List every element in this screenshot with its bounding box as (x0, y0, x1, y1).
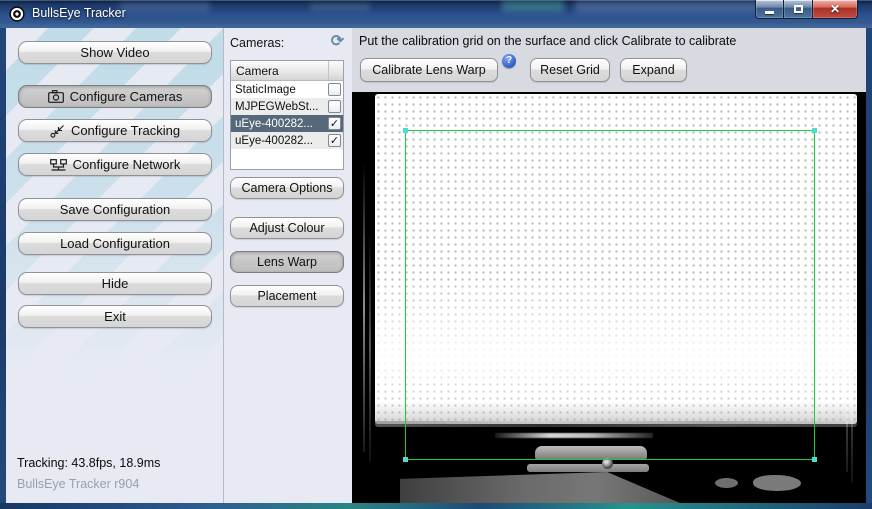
grid-corner-handle[interactable] (403, 457, 408, 462)
button-label: Calibrate Lens Warp (372, 63, 485, 77)
button-label: Camera Options (241, 181, 332, 195)
window-controls: ✕ (755, 0, 858, 19)
floor-blob (753, 475, 801, 491)
window-content: Show Video Configure Cameras Configure T… (6, 28, 866, 503)
version-label: BullsEye Tracker r904 (17, 477, 139, 491)
button-label: Exit (104, 309, 126, 324)
grid-corner-handle[interactable] (403, 128, 408, 133)
refresh-icon[interactable]: ⟳ (329, 33, 346, 50)
aero-blur-shape (502, 0, 564, 12)
app-window: BullsEye Tracker ✕ Show Video Configure … (0, 0, 872, 509)
save-configuration-button[interactable]: Save Configuration (18, 198, 212, 221)
reset-grid-button[interactable]: Reset Grid (530, 58, 610, 82)
network-icon (50, 159, 67, 171)
button-label: Adjust Colour (249, 221, 324, 235)
camera-name: StaticImage (231, 84, 328, 96)
camera-row[interactable]: StaticImage (231, 81, 343, 98)
adjust-colour-button[interactable]: Adjust Colour (230, 217, 344, 239)
aero-blur-shape (120, 2, 210, 12)
tracking-status: Tracking: 43.8fps, 18.9ms (17, 456, 160, 470)
image-noise-streak (851, 242, 853, 482)
expand-button[interactable]: Expand (620, 58, 687, 82)
camera-name: MJPEGWebSt... (231, 101, 328, 113)
lens-warp-button[interactable]: Lens Warp (230, 251, 344, 273)
minimize-icon (765, 11, 774, 14)
grid-corner-handle[interactable] (812, 457, 817, 462)
button-label: Save Configuration (60, 202, 171, 217)
placement-button[interactable]: Placement (230, 285, 344, 307)
camera-table-body: StaticImageMJPEGWebSt...uEye-400282...✓u… (231, 81, 343, 149)
image-noise-streak (369, 232, 371, 462)
load-configuration-button[interactable]: Load Configuration (18, 232, 212, 255)
help-icon[interactable]: ? (502, 54, 516, 68)
image-noise-streak (363, 162, 365, 452)
camera-table[interactable]: Camera StaticImage MJPEGWebSt... uEye-4002… (230, 60, 344, 170)
checkbox-column-header (328, 61, 343, 80)
window-title: BullsEye Tracker (32, 0, 126, 28)
cameras-panel: Cameras: ⟳ Camera StaticImage MJPEGWebSt.… (224, 28, 352, 503)
camera-icon (48, 90, 64, 103)
aero-blur-shape (310, 3, 370, 11)
sidebar: Show Video Configure Cameras Configure T… (6, 28, 223, 503)
button-label: Expand (632, 63, 674, 77)
calibrate-lens-warp-button[interactable]: Calibrate Lens Warp (360, 58, 498, 82)
cameras-label: Cameras: (230, 36, 284, 50)
camera-row[interactable]: MJPEGWebSt... (231, 98, 343, 115)
camera-row[interactable]: uEye-400282...✓ (231, 132, 343, 149)
camera-options-button[interactable]: Camera Options (230, 177, 344, 199)
camera-name: uEye-400282... (231, 118, 328, 130)
camera-table-header[interactable]: Camera (231, 61, 343, 81)
main-area: Put the calibration grid on the surface … (352, 28, 866, 503)
button-label: Configure Tracking (71, 123, 180, 138)
camera-name: uEye-400282... (231, 135, 328, 147)
button-label: Load Configuration (60, 236, 170, 251)
show-video-button[interactable]: Show Video (18, 41, 212, 64)
button-label: Reset Grid (540, 63, 600, 77)
camera-checkbox[interactable]: ✓ (328, 134, 341, 147)
button-label: Configure Network (73, 157, 181, 172)
grid-corner-handle[interactable] (812, 128, 817, 133)
title-bar[interactable]: BullsEye Tracker ✕ (0, 0, 872, 28)
image-noise-streak (846, 152, 848, 472)
instruction-text: Put the calibration grid on the surface … (359, 34, 736, 48)
calibration-grid-overlay[interactable] (405, 130, 815, 460)
configure-cameras-button[interactable]: Configure Cameras (18, 85, 212, 108)
maximize-button[interactable] (784, 0, 813, 19)
stand-shape (527, 464, 649, 472)
minimize-button[interactable] (755, 0, 784, 19)
tracking-icon (50, 124, 65, 138)
button-label: Show Video (80, 45, 149, 60)
camera-checkbox[interactable]: ✓ (328, 117, 341, 130)
maximize-icon (794, 5, 803, 13)
configure-tracking-button[interactable]: Configure Tracking (18, 119, 212, 142)
camera-preview[interactable] (352, 92, 866, 503)
hide-button[interactable]: Hide (18, 272, 212, 295)
aero-blur-shape (575, 0, 765, 13)
bullseye-app-icon (9, 6, 25, 22)
floor-blob (715, 478, 738, 488)
camera-checkbox[interactable] (328, 100, 341, 113)
configure-network-button[interactable]: Configure Network (18, 153, 212, 176)
close-button[interactable]: ✕ (813, 0, 858, 19)
button-label: Lens Warp (257, 255, 317, 269)
close-icon: ✕ (830, 1, 840, 18)
button-label: Configure Cameras (70, 89, 183, 104)
button-label: Placement (257, 289, 316, 303)
button-label: Hide (102, 276, 129, 291)
floor-shape (400, 472, 680, 503)
exit-button[interactable]: Exit (18, 305, 212, 328)
camera-row[interactable]: uEye-400282...✓ (231, 115, 343, 132)
calibration-toolbar: Put the calibration grid on the surface … (352, 28, 866, 92)
camera-column-header: Camera (231, 64, 328, 78)
camera-checkbox[interactable] (328, 83, 341, 96)
